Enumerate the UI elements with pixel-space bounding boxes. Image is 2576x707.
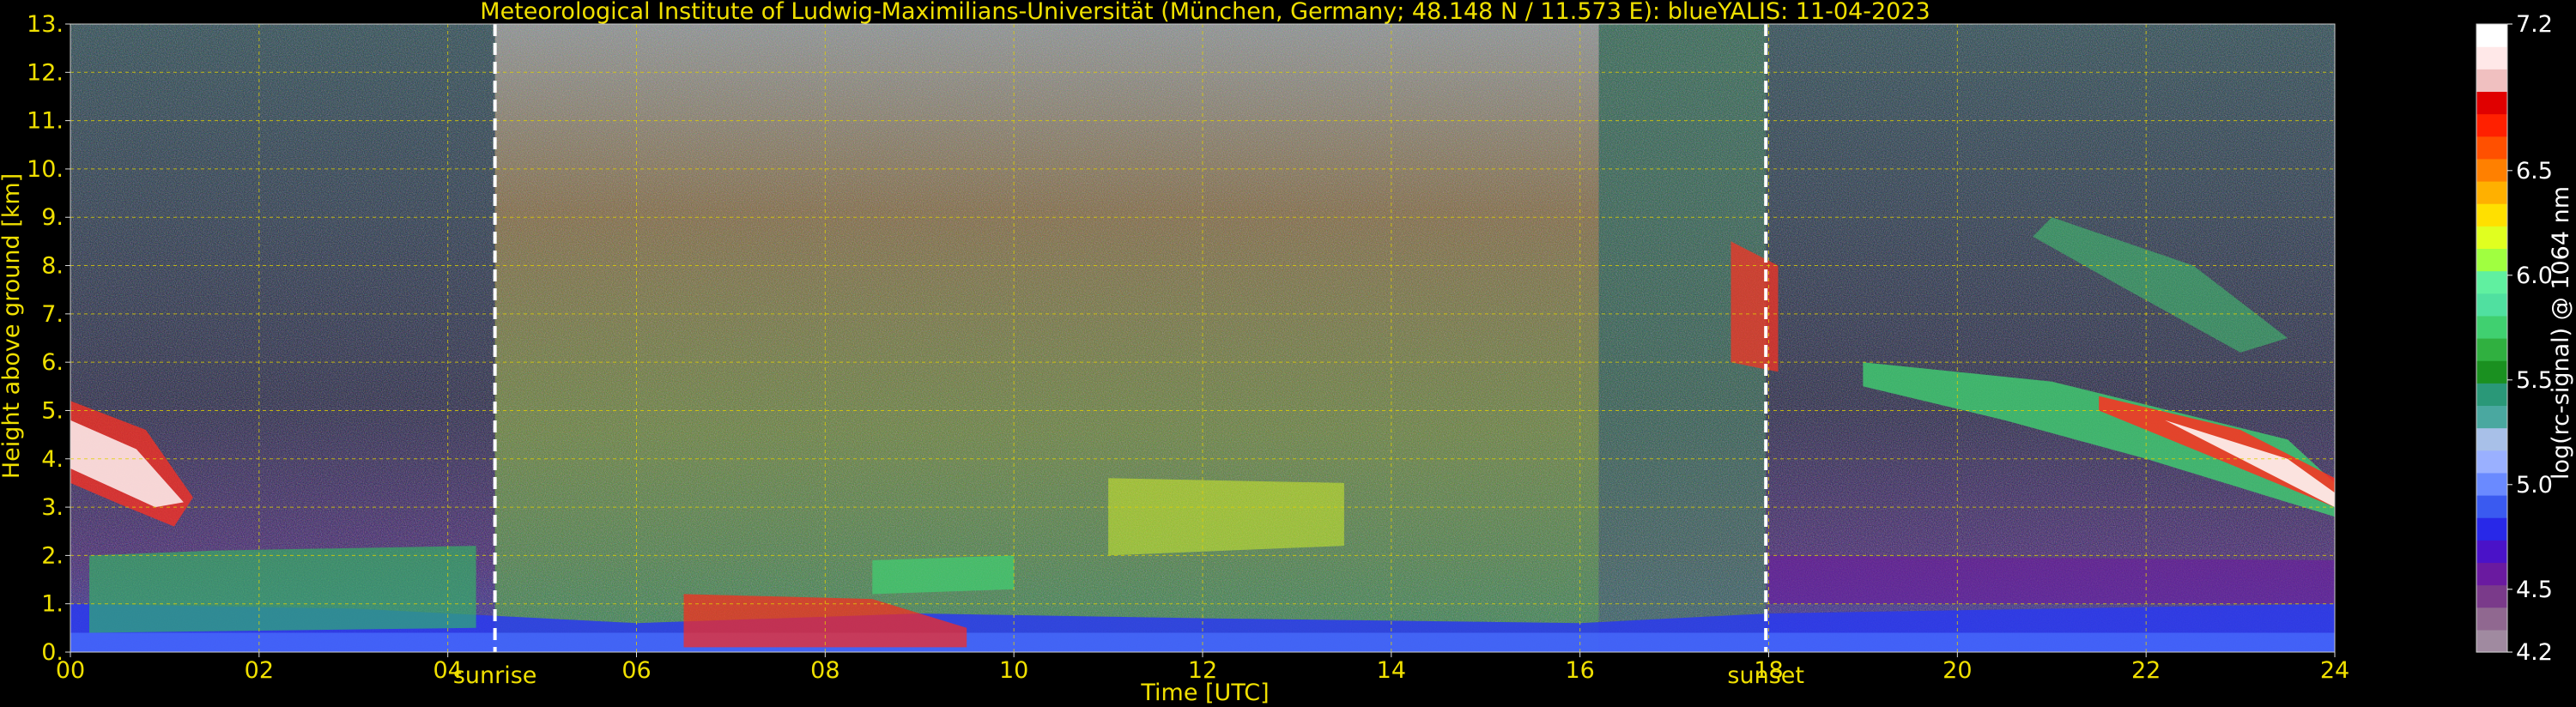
colorbar-segment bbox=[2476, 315, 2507, 339]
colorbar-segment bbox=[2476, 472, 2507, 496]
colorbar-segment bbox=[2476, 248, 2507, 272]
lidar-quicklook-chart: sunrise sunset 00 02 04 06 08 10 12 14 16 18 20 22 24… bbox=[0, 0, 2574, 706]
y-tick-label: 4. bbox=[41, 446, 64, 473]
colorbar-segment bbox=[2476, 562, 2507, 586]
colorbar-segment bbox=[2476, 136, 2507, 160]
y-tick-label: 12. bbox=[27, 59, 64, 86]
x-tick-label: 20 bbox=[1943, 657, 1972, 684]
colorbar-segment bbox=[2476, 629, 2507, 653]
x-axis-label: Time [UTC] bbox=[1140, 680, 1269, 706]
y-tick-label: 6. bbox=[41, 349, 64, 376]
colorbar-label: log(rc-signal) @ 1064 nm bbox=[2548, 186, 2574, 480]
noon-aerosol-green bbox=[872, 555, 1015, 595]
y-tick-label: 11. bbox=[27, 108, 64, 135]
y-tick-label: 8. bbox=[41, 253, 64, 280]
y-tick-label: 9. bbox=[41, 204, 64, 231]
y-axis-label: Height above ground [km] bbox=[0, 173, 25, 479]
colorbar-segment bbox=[2476, 226, 2507, 250]
y-tick-label: 1. bbox=[41, 591, 64, 618]
colorbar-tick-label: 7.2 bbox=[2516, 11, 2553, 38]
x-tick-label: 02 bbox=[245, 657, 274, 684]
colorbar-segment bbox=[2476, 360, 2507, 384]
chart-title: Meteorological Institute of Ludwig-Maxim… bbox=[480, 0, 1930, 25]
colorbar-segment bbox=[2476, 450, 2507, 474]
colorbar-segment bbox=[2476, 517, 2507, 541]
y-tick-label: 7. bbox=[41, 301, 64, 328]
night-residual-layer bbox=[1768, 555, 2335, 604]
colorbar-segment bbox=[2476, 607, 2507, 631]
colorbar-segment bbox=[2476, 91, 2507, 115]
x-tick-label: 24 bbox=[2320, 657, 2349, 684]
colorbar-segment bbox=[2476, 427, 2507, 451]
marker-label-sunrise: sunrise bbox=[453, 662, 537, 689]
colorbar-segment bbox=[2476, 338, 2507, 361]
colorbar-segment bbox=[2476, 584, 2507, 608]
colorbar-segment bbox=[2476, 293, 2507, 317]
x-tick-label: 18 bbox=[1754, 657, 1783, 684]
colorbar-segment bbox=[2476, 270, 2507, 294]
y-tick-label: 10. bbox=[27, 156, 64, 183]
convective-clouds bbox=[1108, 478, 1344, 556]
colorbar-segment bbox=[2476, 203, 2507, 227]
y-tick-label: 2. bbox=[41, 542, 64, 569]
y-tick-label: 13. bbox=[27, 11, 64, 38]
colorbar-segment bbox=[2476, 69, 2507, 93]
y-tick-label: 3. bbox=[41, 494, 64, 521]
colorbar-segment bbox=[2476, 383, 2507, 407]
colorbar-segment bbox=[2476, 158, 2507, 182]
colorbar-segment bbox=[2476, 181, 2507, 204]
colorbar-segment bbox=[2476, 46, 2507, 69]
y-axis-ticks: 0. 1. 2. 3. 4. 5. 6. 7. 8. 9. 10. 11. 12. 13. bbox=[27, 11, 70, 666]
colorbar: 4.24.55.05.56.06.57.2 bbox=[2476, 11, 2553, 666]
colorbar-tick-label: 6.5 bbox=[2516, 158, 2553, 184]
y-tick-label: 5. bbox=[41, 397, 64, 424]
colorbar-tick-label: 4.5 bbox=[2516, 577, 2553, 603]
colorbar-segment bbox=[2476, 113, 2507, 137]
x-tick-label: 08 bbox=[810, 657, 839, 684]
colorbar-tick-label: 4.2 bbox=[2516, 639, 2553, 666]
x-tick-label: 14 bbox=[1377, 657, 1406, 684]
x-tick-label: 16 bbox=[1565, 657, 1594, 684]
colorbar-segment bbox=[2476, 540, 2507, 564]
x-tick-label: 22 bbox=[2131, 657, 2161, 684]
x-tick-label: 10 bbox=[999, 657, 1028, 684]
colorbar-segment bbox=[2476, 24, 2507, 47]
x-tick-label: 04 bbox=[433, 657, 462, 684]
colorbar-segment bbox=[2476, 495, 2507, 518]
x-tick-label: 06 bbox=[621, 657, 651, 684]
morning-aerosol-layer bbox=[89, 546, 476, 633]
colorbar-segment bbox=[2476, 405, 2507, 429]
y-tick-label: 0. bbox=[41, 639, 64, 666]
